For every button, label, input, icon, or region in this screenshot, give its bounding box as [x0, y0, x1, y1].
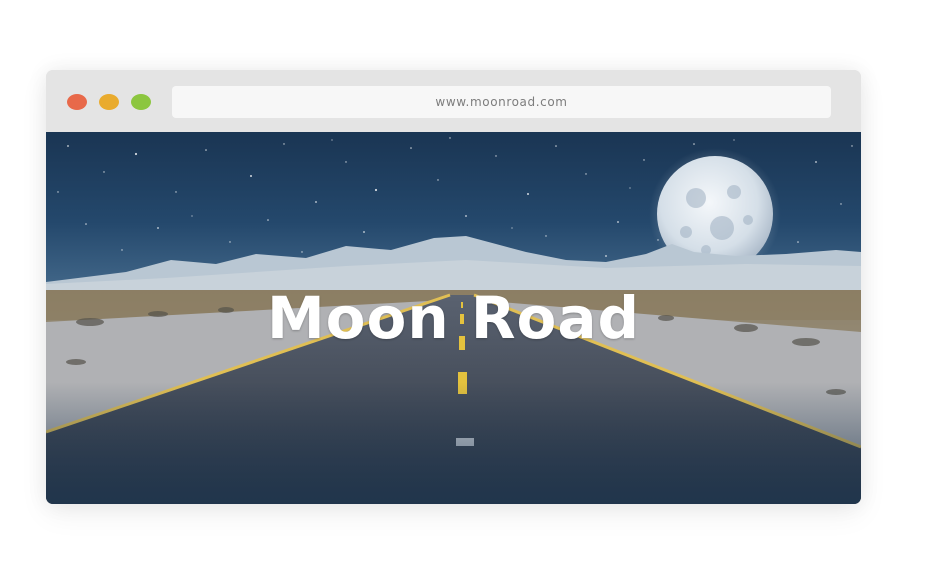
- browser-window: www.moonroad.com Moon Road: [46, 70, 861, 504]
- hero-title: Moon Road: [266, 284, 641, 352]
- address-bar-url: www.moonroad.com: [435, 95, 568, 109]
- close-window-button[interactable]: [67, 94, 87, 110]
- minimize-window-button[interactable]: [99, 94, 119, 110]
- hero-section: Moon Road: [46, 132, 861, 504]
- maximize-window-button[interactable]: [131, 94, 151, 110]
- browser-titlebar: www.moonroad.com: [46, 70, 861, 132]
- address-bar[interactable]: www.moonroad.com: [172, 86, 831, 118]
